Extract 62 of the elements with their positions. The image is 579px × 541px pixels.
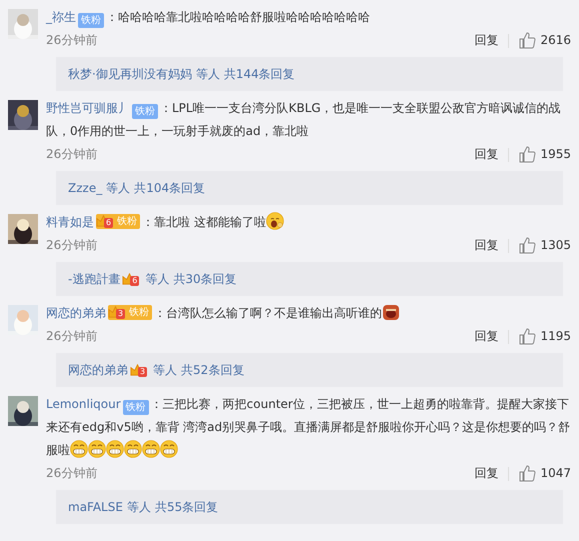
grinning-emoji-icon [88,440,106,458]
comment-text: _祢生 铁粉 ：哈哈哈哈靠北啦哈哈哈哈舒服啦哈哈哈哈哈哈哈 [46,9,371,29]
grinning-emoji-icon [106,440,124,458]
user-name[interactable]: 秋梦·御见再圳没有妈妈 [68,57,192,91]
badge-label: 铁粉 [129,306,149,320]
timestamp: 26分钟前 [46,328,98,345]
thumbs-up-icon [519,465,536,482]
replies-link[interactable]: 共30条回复 [173,262,237,296]
thumbs-up-icon [519,237,536,254]
reply-summary-text: 等人 [126,499,151,516]
thumbs-up-icon [519,32,536,49]
comment-text: 料青如是 6 铁粉 ：靠北啦 这都能输了啦 [46,211,571,234]
replies-link[interactable]: 共52条回复 [181,353,244,387]
user-name[interactable]: -逃跑計畫 [68,262,120,296]
grinning-emoji-icon [160,440,178,458]
like-button[interactable]: 1195 [519,325,571,348]
user-name[interactable]: 网恋的弟弟 [68,353,128,387]
replies-link[interactable]: 共104条回复 [134,171,206,205]
fan-badge: 铁粉 [122,400,149,415]
replies-link[interactable]: 共144条回复 [224,57,295,91]
comment-text: 网恋的弟弟 3 铁粉 ：台湾队怎么输了啊？不是谁输出高听谁的 [46,302,571,325]
level-number: 3 [116,309,125,319]
reply-link[interactable]: 回复 [474,234,498,257]
grinning-emoji-icon [142,440,160,458]
timestamp: 26分钟前 [46,146,98,163]
yawning-emoji-icon [266,212,284,230]
shouting-emoji-icon [382,303,400,321]
level-number: 6 [130,276,140,286]
fan-badge: 铁粉 [132,104,158,119]
user-name[interactable]: _祢生 [46,10,76,24]
reply-link[interactable]: 回复 [474,325,498,348]
reply-summary-text: 等人 [106,180,130,197]
user-name[interactable]: 网恋的弟弟 [46,306,106,320]
grinning-emoji-icon [124,440,142,458]
thumbs-up-icon [519,146,536,163]
user-name[interactable]: Zzze_ [68,171,102,205]
level-number: 3 [138,367,147,377]
like-button[interactable]: 1047 [519,462,571,485]
level-number: 6 [104,218,113,228]
badge-label: 铁粉 [117,214,137,228]
reply-summary-text: 等人 [145,271,170,288]
reply-summary-text: 等人 [196,66,220,83]
comment-text: Lemonliqour 铁粉 ：三把比赛，两把counter位，三把被压，世一上超勇的啦靠背。提醒大家接下来还有edg和v5哟，靠背 湾湾ad别哭鼻子哦。直播满屏都是舒服啦你开心吗？这是你想要的吗？舒服啦 [46,396,571,460]
user-name[interactable]: Lemonliqour [46,397,121,411]
timestamp: 26分钟前 [46,237,98,254]
user-name[interactable]: maFALSE [68,490,123,524]
user-name[interactable]: 野性岂可驯服丿 [46,101,130,115]
reply-link[interactable]: 回复 [474,29,498,52]
thumbs-up-icon [519,328,536,345]
user-name[interactable]: 料青如是 [46,215,94,229]
comment-text: 野性岂可驯服丿 铁粉 ：LPL唯一一支台湾分队KBLG，也是唯一一支全联盟公敌官方暗讽诚信的战队，0作用的世一上，一玩射手就废的ad，靠北啦 [46,100,562,140]
like-button[interactable]: 1305 [519,234,571,257]
like-button[interactable]: 2616 [519,29,571,52]
grinning-emoji-icon [70,440,88,458]
reply-link[interactable]: 回复 [474,143,498,166]
replies-link[interactable]: 共55条回复 [154,490,218,524]
fan-badge: 铁粉 [78,13,104,28]
timestamp: 26分钟前 [46,465,98,482]
reply-link[interactable]: 回复 [474,462,498,485]
reply-summary-text: 等人 [153,362,177,379]
like-button[interactable]: 1955 [519,143,571,166]
timestamp: 26分钟前 [46,32,98,49]
